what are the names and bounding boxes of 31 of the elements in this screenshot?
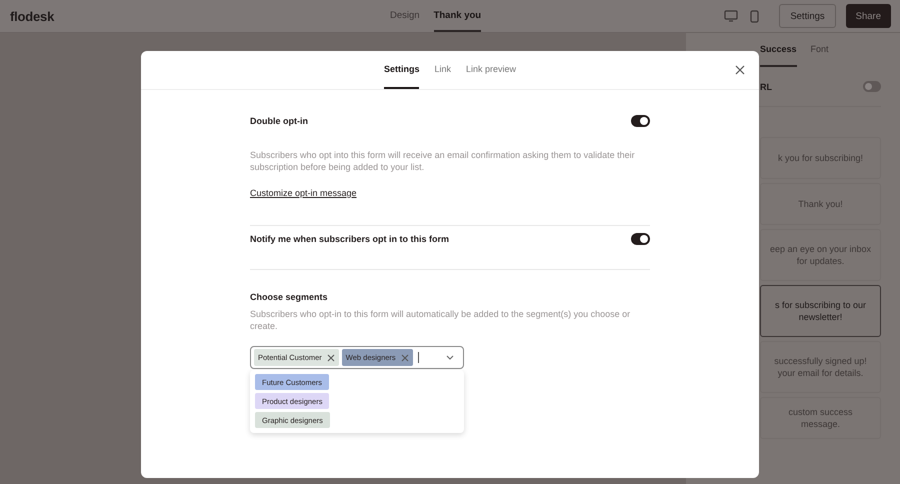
setting-title: Choose segments xyxy=(250,292,329,302)
setting-description: Subscribers who opt-in to this form will automatically be added to the segment(s) you choose or create. xyxy=(250,308,632,332)
toggle-switch[interactable] xyxy=(631,115,650,127)
setting-label: RL xyxy=(760,82,772,92)
logo[interactable]: flodesk xyxy=(10,8,390,24)
setting-description: Subscribers who opt into this form will receive an email confirmation asking them to validate their subscription before being added to your list. xyxy=(250,149,636,173)
remove-icon[interactable] xyxy=(326,354,335,362)
dialog-tab[interactable]: Link preview xyxy=(466,51,516,89)
message-option[interactable]: successfully signed up! your email for details. xyxy=(760,341,881,393)
dialog-tab[interactable]: Settings xyxy=(384,51,420,89)
panel-tab[interactable]: Font xyxy=(810,33,829,67)
message-option[interactable]: Thank you! xyxy=(760,183,881,225)
message-option[interactable]: custom success message. xyxy=(760,397,881,439)
message-option[interactable]: eep an eye on your inbox for updates. xyxy=(760,229,881,281)
message-option[interactable]: s for subscribing to our newsletter! xyxy=(760,285,881,337)
toggle-switch[interactable] xyxy=(631,233,650,245)
setting-title: Notify me when subscribers opt in to this form xyxy=(250,234,450,244)
close-icon[interactable] xyxy=(735,65,745,75)
message-option[interactable]: k you for subscribing! xyxy=(760,137,881,179)
customize-link[interactable]: Customize opt-in message xyxy=(250,188,357,198)
editor-tab[interactable]: Design xyxy=(390,0,420,32)
text-cursor xyxy=(418,352,419,363)
settings-button[interactable]: Settings xyxy=(779,4,836,28)
chevron-down-icon[interactable] xyxy=(446,355,454,360)
setting-title: Double opt-in xyxy=(250,116,308,126)
desktop-icon[interactable] xyxy=(724,10,738,22)
remove-icon[interactable] xyxy=(400,354,409,362)
share-button[interactable]: Share xyxy=(846,4,891,28)
toggle-switch[interactable] xyxy=(863,81,881,92)
dialog-tab[interactable]: Link xyxy=(434,51,451,89)
mobile-icon[interactable] xyxy=(750,10,760,22)
